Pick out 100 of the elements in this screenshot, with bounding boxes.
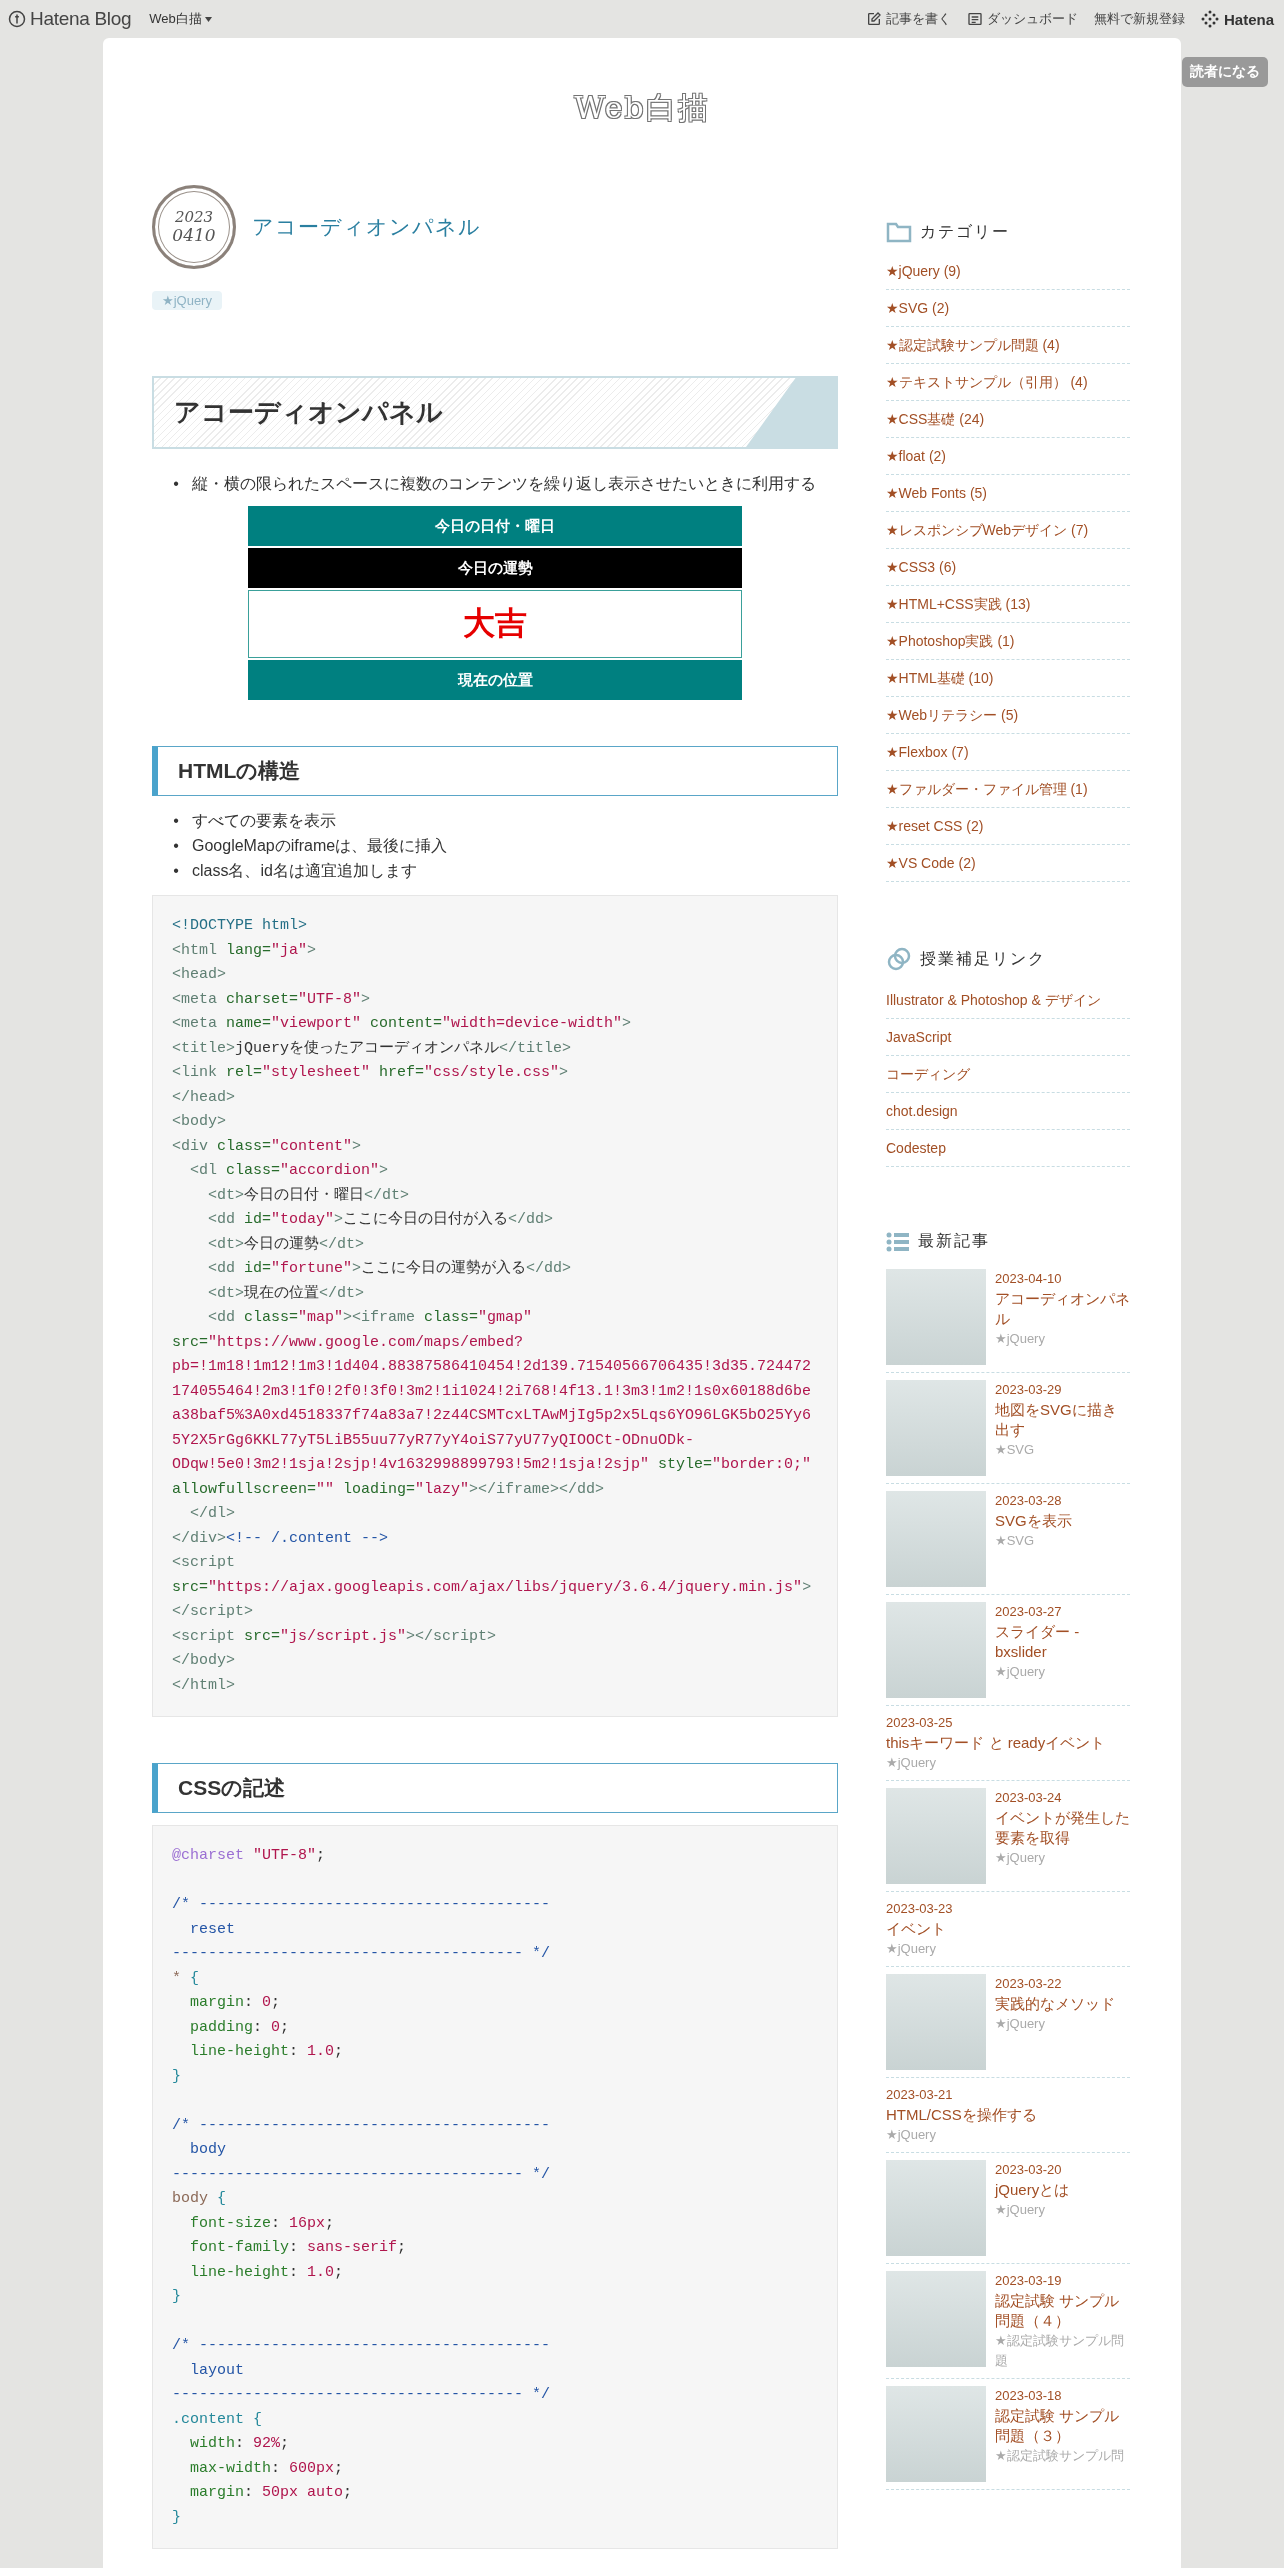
recent-entry[interactable]: 2023-03-18 認定試験 サンプル問題（３） ★認定試験サンプル問 (886, 2379, 1130, 2490)
blog-menu[interactable]: Web白描 (149, 10, 212, 28)
folder-icon (886, 221, 912, 243)
entry-category: ★SVG (995, 1441, 1036, 1459)
article-title[interactable]: アコーディオンパネル (252, 213, 481, 241)
resource-link[interactable]: Codestep (886, 1130, 1130, 1167)
category-link[interactable]: ★float (2) (886, 438, 1130, 475)
code-line: allowfullscreen="" loading="lazy"></iframe></dd> (172, 1479, 606, 1500)
resource-link[interactable]: chot.design (886, 1093, 1130, 1130)
category-link[interactable]: ★Webリテラシー (5) (886, 697, 1130, 734)
hatena-link[interactable]: Hatena (1200, 10, 1274, 28)
category-link[interactable]: ★jQuery (9) (886, 253, 1130, 290)
code-line: max-width: 600px; (189, 2458, 345, 2479)
thumbnail-placeholder[interactable] (886, 1602, 986, 1698)
resource-link[interactable]: コーディング (886, 1056, 1130, 1093)
recent-entry[interactable]: 2023-03-29 地図をSVGに描き出す ★SVG (886, 1373, 1130, 1484)
category-link[interactable]: ★SVG (2) (886, 290, 1130, 327)
entry-title[interactable]: 認定試験 サンプル問題（３） (995, 2406, 1130, 2446)
entry-title[interactable]: 実践的なメソッド (995, 1994, 1115, 2014)
category-link[interactable]: ★Photoshop実践 (1) (886, 623, 1130, 660)
recent-entry[interactable]: 2023-03-23 イベント ★jQuery (886, 1892, 1130, 1967)
recent-entry[interactable]: 2023-03-24 イベントが発生した要素を取得 ★jQuery (886, 1781, 1130, 1892)
entry-title[interactable]: jQueryとは (995, 2180, 1070, 2200)
code-line: /* --------------------------------------- (172, 2115, 552, 2136)
code-line: </head> (172, 1087, 236, 1108)
recent-entry[interactable]: 2023-03-20 jQueryとは ★jQuery (886, 2153, 1130, 2264)
code-line: <body> (172, 1112, 227, 1132)
category-link[interactable]: ★レスポンシブWebデザイン (7) (886, 512, 1130, 549)
entry-title[interactable]: HTML/CSSを操作する (886, 2105, 1037, 2125)
category-link[interactable]: ★Flexbox (7) (886, 734, 1130, 771)
entry-title[interactable]: SVGを表示 (995, 1511, 1072, 1531)
resource-link[interactable]: JavaScript (886, 1019, 1130, 1056)
entry-title[interactable]: スライダー - bxslider (995, 1622, 1130, 1662)
caret-icon (204, 16, 212, 22)
accordion-header[interactable]: 今日の運勢 (248, 548, 742, 588)
section-heading: HTMLの構造 (152, 746, 838, 796)
code-line: <title>jQueryを使ったアコーディオンパネル</title> (172, 1038, 573, 1059)
entry-title[interactable]: thisキーワード と readyイベント (886, 1733, 1106, 1753)
code-line: .content { (172, 2409, 264, 2430)
header-link[interactable]: ダッシュボード (966, 10, 1078, 28)
entry-title[interactable]: 地図をSVGに描き出す (995, 1400, 1130, 1440)
code-line: pb=!1m18!1m12!1m3!1d404.88387586410454!2d139.71540566706435!3d35.724472 (172, 1357, 813, 1377)
entry-title[interactable]: アコーディオンパネル (995, 1289, 1130, 1329)
category-link[interactable]: ★reset CSS (2) (886, 808, 1130, 845)
bullet-icon: • (172, 808, 180, 833)
category-link[interactable]: ★認定試験サンプル問題 (4) (886, 327, 1130, 364)
code-line: } (172, 2287, 182, 2307)
entry-date: 2023-04-10 (995, 1270, 1063, 1288)
category-link[interactable]: ★Web Fonts (5) (886, 475, 1130, 512)
category-link[interactable]: ★テキストサンプル（引用） (4) (886, 364, 1130, 401)
category-link[interactable]: ★CSS基礎 (24) (886, 401, 1130, 438)
category-link[interactable]: ★HTML基礎 (10) (886, 660, 1130, 697)
accordion-header[interactable]: 現在の位置 (248, 660, 742, 700)
code-line: </script> (172, 1602, 254, 1622)
code-line: margin: 0; (189, 1993, 282, 2013)
entry-title[interactable]: 認定試験 サンプル問題（４） (995, 2291, 1130, 2331)
thumbnail-placeholder[interactable] (886, 2271, 986, 2367)
code-line: 5Y2X5rGg6KKL77yT5LiB55uu77yR77yY4oiS77yU77yQIOOCt-ODnuODk- (172, 1430, 696, 1451)
accordion-panel: 大吉 (248, 590, 742, 658)
bullet-icon: • (172, 471, 180, 496)
entry-date: 2023-03-18 (995, 2387, 1063, 2405)
category-link[interactable]: ★VS Code (2) (886, 845, 1130, 882)
category-link[interactable]: ★CSS3 (6) (886, 549, 1130, 586)
hatena-blog-logo[interactable]: Hatena Blog (8, 8, 132, 30)
date-year: 2023 (174, 208, 214, 226)
code-line: <dt>今日の運勢</dt> (207, 1234, 366, 1255)
entry-date: 2023-03-27 (995, 1603, 1063, 1621)
recent-entry[interactable]: 2023-03-27 スライダー - bxslider ★jQuery (886, 1595, 1130, 1706)
entry-category: ★jQuery (886, 1754, 937, 1772)
pencil-square-icon (865, 11, 882, 27)
thumbnail-placeholder[interactable] (886, 1269, 986, 1365)
entry-date: 2023-03-25 (886, 1714, 954, 1732)
thumbnail-placeholder[interactable] (886, 2160, 986, 2256)
recent-entry[interactable]: 2023-04-10 アコーディオンパネル ★jQuery (886, 1262, 1130, 1373)
header-link[interactable]: 記事を書く (865, 10, 951, 28)
blog-title[interactable]: Web白描 (574, 88, 710, 128)
thumbnail-placeholder[interactable] (886, 2386, 986, 2482)
recent-entry[interactable]: 2023-03-22 実践的なメソッド ★jQuery (886, 1967, 1130, 2078)
recent-entry[interactable]: 2023-03-21 HTML/CSSを操作する ★jQuery (886, 2078, 1130, 2153)
code-line: <div class="content"> (172, 1136, 363, 1157)
header-link[interactable]: 無料で新規登録 (1093, 10, 1185, 28)
dashboard-icon (966, 11, 983, 27)
thumbnail-placeholder[interactable] (886, 1491, 986, 1587)
entry-date: 2023-03-21 (886, 2086, 954, 2104)
entry-title[interactable]: イベントが発生した要素を取得 (995, 1808, 1130, 1848)
recent-entry[interactable]: 2023-03-25 thisキーワード と readyイベント ★jQuery (886, 1706, 1130, 1781)
entry-category: ★jQuery (995, 1849, 1046, 1867)
code-line: a38baf5%3A0xd4518337f74a83a7!2z44CSMTcxLTAwMjIg5p2x5Lqs6YO96LGK5bO25Yy6 (172, 1406, 813, 1426)
code-line: <head> (172, 965, 227, 985)
thumbnail-placeholder[interactable] (886, 1788, 986, 1884)
recent-entry[interactable]: 2023-03-19 認定試験 サンプル問題（４） ★認定試験サンプル問題 (886, 2264, 1130, 2379)
category-link[interactable]: ★HTML+CSS実践 (13) (886, 586, 1130, 623)
thumbnail-placeholder[interactable] (886, 1974, 986, 2070)
entry-title[interactable]: イベント (886, 1919, 953, 1939)
accordion-header[interactable]: 今日の日付・曜日 (248, 506, 742, 546)
code-line: src="https://ajax.googleapis.com/ajax/libs/jquery/3.6.4/jquery.min.js"> (172, 1577, 813, 1598)
recent-entry[interactable]: 2023-03-28 SVGを表示 ★SVG (886, 1484, 1130, 1595)
category-link[interactable]: ★ファルダー・ファイル管理 (1) (886, 771, 1130, 808)
resource-link[interactable]: Illustrator & Photoshop & デザイン (886, 982, 1130, 1019)
thumbnail-placeholder[interactable] (886, 1380, 986, 1476)
